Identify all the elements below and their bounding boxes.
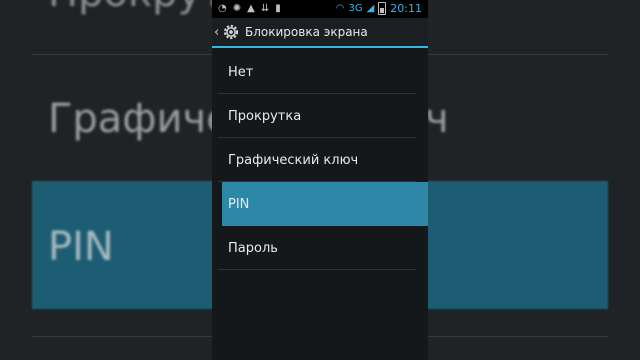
sync-icon: ◔ bbox=[218, 3, 227, 14]
wifi-icon: ◠ bbox=[335, 2, 345, 14]
page-title: Блокировка экрана bbox=[245, 25, 368, 39]
usb-debug-icon: ✺ bbox=[232, 3, 242, 14]
gear-icon[interactable] bbox=[222, 23, 240, 41]
option-none[interactable]: Нет bbox=[212, 50, 428, 94]
network-type: 3G bbox=[348, 3, 363, 14]
option-password[interactable]: Пароль bbox=[212, 226, 428, 270]
option-pattern[interactable]: Графический ключ bbox=[212, 138, 428, 182]
background-pin-text: PIN bbox=[48, 224, 114, 270]
action-bar: ‹ Блокировка экрана bbox=[212, 18, 428, 48]
download-icon: ⇊ bbox=[260, 3, 270, 14]
battery-icon bbox=[378, 2, 387, 15]
lock-options-list: Нет Прокрутка Графический ключ PIN Парол… bbox=[212, 50, 428, 270]
option-swipe[interactable]: Прокрутка bbox=[212, 94, 428, 138]
option-label: Нет bbox=[228, 64, 254, 80]
option-label: Пароль bbox=[228, 240, 278, 256]
signal-icon: ◢ bbox=[366, 2, 375, 14]
divider bbox=[218, 269, 416, 270]
status-bar: ◔ ✺ ▲ ⇊ ▮ ◠ 3G ◢ 20:11 bbox=[212, 0, 428, 18]
chevron-left-icon[interactable]: ‹ bbox=[214, 25, 222, 40]
option-label: Прокрутка bbox=[228, 108, 302, 124]
phone-screen: ◔ ✺ ▲ ⇊ ▮ ◠ 3G ◢ 20:11 ‹ Блокировка экра… bbox=[212, 0, 428, 360]
clock: 20:11 bbox=[390, 2, 422, 15]
option-label: Графический ключ bbox=[228, 152, 359, 168]
option-pin[interactable]: PIN bbox=[222, 182, 428, 226]
warning-icon: ▲ bbox=[247, 3, 255, 14]
sd-card-icon: ▮ bbox=[275, 3, 281, 14]
option-label: PIN bbox=[228, 196, 250, 212]
